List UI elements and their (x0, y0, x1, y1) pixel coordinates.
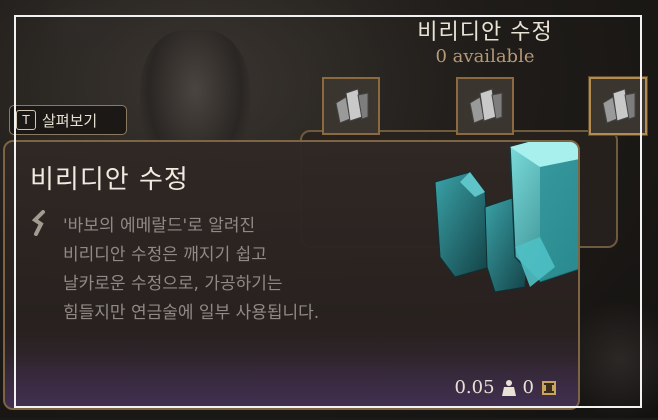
gold-value: 0 (522, 377, 534, 398)
description-line: 비리디안 수정은 깨지기 쉽고 (63, 245, 267, 265)
crystal-icon (335, 88, 369, 124)
crystal-icon (602, 88, 636, 124)
inventory-slot-2[interactable] (456, 77, 514, 135)
coin-icon (542, 380, 556, 395)
description-line: '바보의 에메랄드'로 알려진 (63, 216, 256, 236)
description-line: 날카로운 수정으로, 가공하기는 (63, 274, 283, 294)
scene-shadow (40, 0, 130, 60)
item-stats: 0.05 0 (454, 377, 558, 398)
description-quote-icon (31, 210, 45, 236)
inventory-slot-1[interactable] (322, 77, 380, 135)
available-count: 0 available (435, 46, 535, 67)
container-title: 비리디안 수정 (417, 20, 553, 45)
inspect-prompt[interactable]: T 살펴보기 (9, 105, 127, 135)
item-crystal-illustration (434, 142, 578, 293)
weight-value: 0.05 (454, 377, 495, 398)
inventory-slot-3[interactable] (589, 77, 647, 135)
inspect-label: 살펴보기 (42, 111, 98, 130)
description-line: 힘들지만 연금술에 일부 사용됩니다. (63, 303, 320, 323)
item-tooltip: 비리디안 수정 '바보의 에메랄드'로 알려진 비리디안 수정은 깨지기 쉽고 … (3, 140, 580, 410)
weight-icon (501, 379, 516, 396)
keybind-badge: T (16, 110, 36, 130)
item-description: '바보의 에메랄드'로 알려진 비리디안 수정은 깨지기 쉽고 날카로운 수정으… (63, 212, 423, 328)
item-title: 비리디안 수정 (30, 165, 189, 195)
crystal-icon (469, 88, 503, 124)
